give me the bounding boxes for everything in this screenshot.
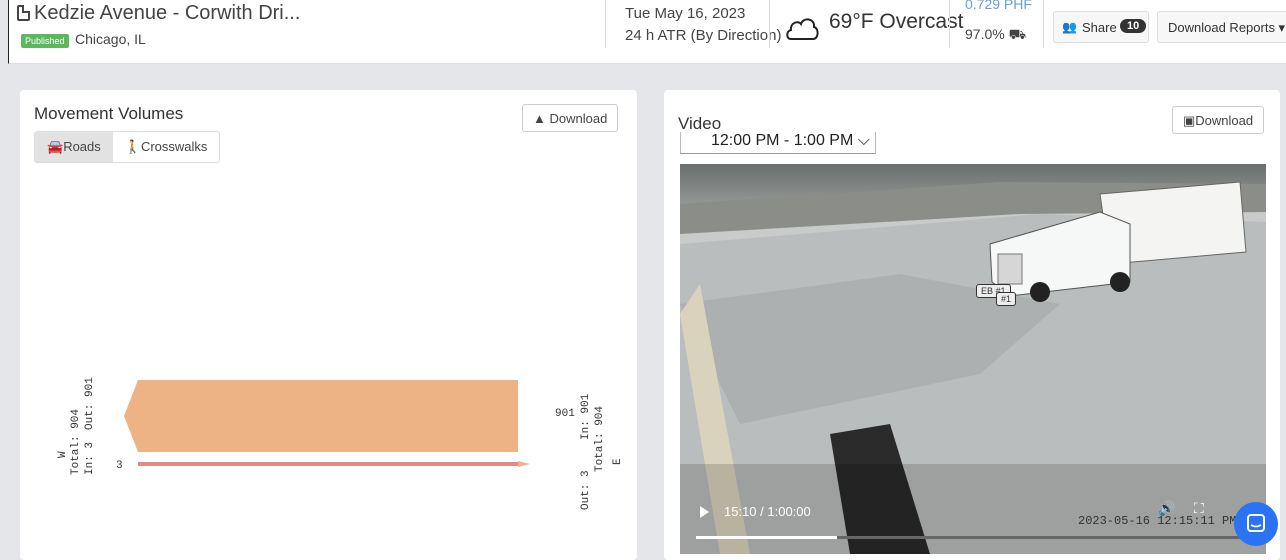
share-button[interactable]: 👥 Share 10 — [1053, 11, 1149, 43]
heavy-vehicle-pct: 97.0% ⛟ — [965, 26, 1026, 45]
share-count-badge: 10 — [1120, 19, 1147, 33]
video-download-button[interactable]: ▣Download — [1172, 106, 1265, 134]
download-label: Download — [1195, 113, 1254, 128]
time-range-select[interactable]: 12:00 PM - 1:00 PM ⌵ — [680, 132, 876, 154]
divider — [769, 0, 770, 48]
e-in-label: In: 901 — [580, 393, 592, 440]
e-total-label: Total: 904 — [594, 406, 606, 472]
file-image-icon: ▣ — [1183, 113, 1196, 128]
study-title[interactable]: Kedzie Avenue - Corwith Dri... — [17, 2, 300, 25]
video-player[interactable]: EB #1 #1 15:10 / 1:00:00 2023-05-16 12:1… — [680, 164, 1266, 554]
fullscreen-icon[interactable]: ⛶ — [1194, 500, 1204, 517]
w-in-label: In: 3 — [84, 442, 96, 475]
weather-text: 69°F Overcast — [829, 10, 964, 33]
video-panel: Video ▣Download 12:00 PM - 1:00 PM ⌵ EB … — [664, 90, 1280, 560]
divider — [605, 0, 606, 48]
truck-icon: ⛟ — [1008, 26, 1027, 42]
status-badge: Published — [21, 34, 69, 48]
play-icon[interactable] — [700, 506, 709, 518]
phf-value: 0.729 PHF — [965, 0, 1032, 12]
cloud-icon — [786, 18, 819, 40]
study-location: Chicago, IL — [75, 31, 146, 47]
flow-band-e-to-w — [138, 380, 518, 452]
movement-flow-diagram: W Total: 904 In: 3 Out: 901 E Total: 904… — [57, 377, 624, 510]
flow-arrow-west — [124, 380, 138, 452]
study-header: Kedzie Avenue - Corwith Dri... Published… — [8, 0, 1286, 64]
share-label: Share — [1082, 20, 1117, 35]
document-icon — [17, 5, 30, 21]
vehicle-tag-secondary: #1 — [996, 292, 1017, 306]
flow-value-label: 901 — [555, 408, 575, 420]
video-progress-bar[interactable] — [696, 536, 1252, 539]
flow-band-w-to-e — [138, 462, 518, 466]
divider — [1043, 0, 1044, 48]
heavy-vehicle-pct-text: 97.0% — [965, 26, 1005, 42]
volume-icon[interactable]: 🔊 — [1158, 500, 1175, 517]
camera-frame — [680, 164, 1266, 554]
w-out-label: Out: 901 — [84, 377, 96, 430]
users-icon: 👥 — [1062, 20, 1077, 34]
w-direction-label: W — [57, 451, 69, 458]
chat-icon — [1247, 514, 1265, 532]
w-total-label: Total: 904 — [70, 409, 82, 475]
panel-title: Video — [678, 114, 722, 133]
playback-time: 15:10 / 1:00:00 — [724, 504, 811, 519]
study-type: 24 h ATR (By Direction) — [625, 27, 782, 44]
time-range-value: 12:00 PM - 1:00 PM — [711, 132, 854, 149]
study-title-text: Kedzie Avenue - Corwith Dri... — [34, 2, 301, 24]
download-reports-dropdown[interactable]: Download Reports ▾ — [1157, 11, 1286, 43]
flow-value-label: 3 — [116, 460, 123, 472]
study-date: Tue May 16, 2023 — [625, 5, 746, 22]
study-date-block: Tue May 16, 2023 24 h ATR (By Direction) — [625, 3, 781, 47]
flow-arrow-east — [518, 461, 530, 467]
e-out-label: Out: 3 — [580, 470, 592, 510]
divider — [949, 0, 950, 48]
video-progress-fill — [696, 536, 837, 539]
e-direction-label: E — [612, 458, 624, 465]
chevron-down-icon: ⌵ — [857, 132, 870, 149]
movement-volumes-panel: Movement Volumes ▲ Download 🚘Roads 🚶Cros… — [20, 90, 637, 560]
chat-launcher-button[interactable] — [1234, 502, 1278, 546]
